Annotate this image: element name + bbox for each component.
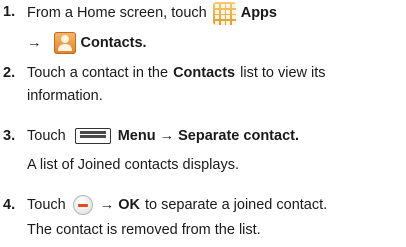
step-number: 2. [3,65,16,81]
apps-label: Apps [240,5,277,21]
step-text: to separate a joined contact. [144,197,328,213]
ok-label: → OK [99,197,140,213]
step-text: Touch [27,197,66,213]
menu-separate-label: Menu → Separate contact. [117,128,299,144]
step-number: 1. [3,4,16,20]
contacts-list-label: Contacts [173,65,236,81]
step-1-line-1: From a Home screen, touch Apps [27,1,277,25]
step-3-line-1: Touch Menu → Separate contact. [27,126,299,146]
step-text: The contact is removed from the list. [27,222,261,238]
contacts-person-icon [53,32,76,54]
step-2-line-1: Touch a contact in the Contacts list to … [27,63,326,83]
arrow-icon: → [27,35,42,51]
step-text: information. [27,88,103,104]
step-text: list to view its [240,65,326,81]
step-number: 3. [3,128,16,144]
step-2-line-2: information. [27,86,103,106]
step-1-line-2: → Contacts. [27,31,147,55]
step-number: 4. [3,197,16,213]
step-4-line-2: The contact is removed from the list. [27,220,261,240]
apps-grid-icon [212,1,236,25]
step-text: Touch a contact in the [27,65,169,81]
step-3-line-2: A list of Joined contacts displays. [27,155,239,175]
step-4-line-1: Touch → OK to separate a joined contact. [27,195,327,215]
contacts-label: Contacts. [80,35,147,51]
minus-circle-icon [72,195,93,215]
step-text: From a Home screen, touch [27,5,207,21]
step-text: Touch [27,128,66,144]
menu-key-icon [74,128,111,144]
step-text: A list of Joined contacts displays. [27,157,239,173]
